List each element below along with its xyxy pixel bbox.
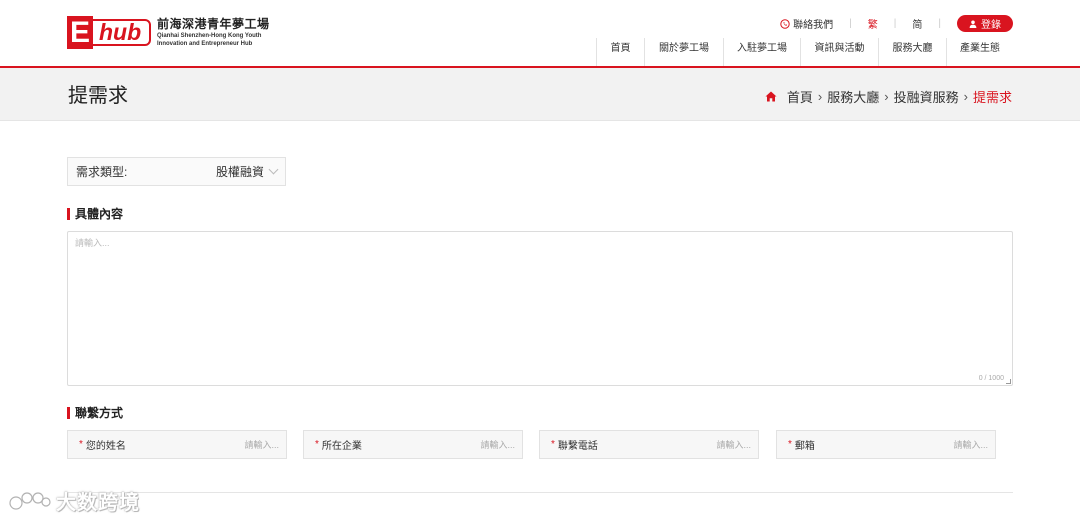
page-title: 提需求 — [68, 83, 128, 107]
home-icon[interactable] — [765, 91, 777, 102]
nav-item-about[interactable]: 關於夢工場 — [644, 38, 723, 66]
phone-input[interactable] — [681, 439, 751, 450]
breadcrumb-home[interactable]: 首頁 — [787, 87, 813, 106]
phone-field-label: 聯繫電話 — [557, 441, 598, 452]
logo-hub-text: hub — [87, 19, 151, 46]
required-mark: * — [788, 439, 792, 450]
phone-field[interactable]: * 聯繫電話 — [539, 430, 759, 459]
required-mark: * — [79, 439, 83, 450]
lang-simplified-button[interactable]: 简 — [912, 16, 922, 31]
company-field-label: 所在企業 — [321, 441, 362, 452]
main-nav: 首頁 關於夢工場 入駐夢工場 資訊與活動 服務大廳 產業生態 — [596, 38, 1013, 66]
company-input[interactable] — [445, 439, 515, 450]
breadcrumb: 首頁 › 服務大廳 › 投融資服務 › 提需求 — [765, 87, 1012, 106]
nav-item-news-events[interactable]: 資訊與活動 — [800, 38, 878, 66]
ehub-logo-mark: hub E — [67, 16, 151, 49]
breadcrumb-current: 提需求 — [972, 90, 1012, 105]
logo-text: 前海深港青年夢工場 Qianhai Shenzhen-Hong Kong You… — [157, 16, 270, 48]
divider: | — [893, 18, 897, 29]
lang-traditional-button[interactable]: 繁 — [868, 16, 878, 31]
logo-name-en-2: Innovation and Entrepreneur Hub — [157, 41, 253, 47]
required-mark: * — [315, 439, 319, 450]
name-field-label: 您的姓名 — [85, 441, 126, 452]
watermark-logo-icon — [9, 492, 51, 510]
email-field-label: 郵箱 — [794, 441, 815, 452]
logo-name-cn: 前海深港青年夢工場 — [157, 17, 270, 31]
top-utility-bar: 聯絡我們 | 繁 | 简 | 登錄 — [780, 15, 1013, 32]
breadcrumb-service-hall[interactable]: 服務大廳 — [827, 87, 879, 106]
name-field[interactable]: * 您的姓名 — [67, 430, 287, 459]
chevron-down-icon — [268, 164, 279, 175]
contact-us-label: 聯絡我們 — [793, 20, 834, 31]
phone-icon — [780, 18, 790, 29]
demand-type-select[interactable]: 需求類型: 股權融資 — [67, 157, 286, 186]
company-field[interactable]: * 所在企業 — [303, 430, 523, 459]
nav-item-home[interactable]: 首頁 — [596, 38, 644, 66]
logo-e-letter: E — [67, 16, 93, 49]
page-title-bar: 提需求 首頁 › 服務大廳 › 投融資服務 › 提需求 — [0, 66, 1080, 121]
name-input[interactable] — [209, 439, 279, 450]
nav-item-service-hall[interactable]: 服務大廳 — [878, 38, 946, 66]
breadcrumb-investment[interactable]: 投融資服務 — [894, 87, 959, 106]
chevron-right-icon: › — [884, 89, 889, 104]
email-field[interactable]: * 郵箱 — [776, 430, 996, 459]
login-button[interactable]: 登錄 — [957, 15, 1013, 32]
contact-section-title: 聯繫方式 — [67, 407, 123, 419]
resize-handle[interactable] — [1006, 379, 1011, 384]
nav-item-industry[interactable]: 產業生態 — [946, 38, 1013, 66]
demand-type-value: 股權融資 — [215, 165, 264, 179]
watermark-text: 大数跨境 — [56, 490, 140, 514]
contact-us-link[interactable]: 聯絡我們 — [780, 16, 833, 31]
site-logo[interactable]: hub E 前海深港青年夢工場 Qianhai Shenzhen-Hong Ko… — [67, 16, 270, 49]
chevron-right-icon: › — [817, 89, 823, 104]
divider: | — [849, 18, 852, 29]
section-divider — [67, 492, 1013, 493]
login-label: 登錄 — [981, 20, 1001, 31]
contact-fields: * 您的姓名 * 所在企業 * 聯繫電話 * 郵箱 — [67, 430, 1013, 459]
site-header: hub E 前海深港青年夢工場 Qianhai Shenzhen-Hong Ko… — [0, 0, 1080, 66]
divider: | — [938, 18, 941, 29]
chevron-right-icon: › — [963, 89, 968, 104]
nav-item-join[interactable]: 入駐夢工場 — [723, 38, 800, 66]
content-section-title: 具體內容 — [67, 208, 123, 220]
watermark: 大数跨境 — [8, 490, 140, 514]
email-input[interactable] — [918, 439, 988, 450]
char-counter: 0 / 1000 — [978, 375, 1004, 382]
content-textarea[interactable] — [68, 232, 1012, 385]
required-mark: * — [551, 439, 555, 450]
content-textarea-box: 0 / 1000 — [67, 231, 1013, 386]
logo-name-en-1: Qianhai Shenzhen-Hong Kong Youth — [157, 33, 262, 39]
user-icon — [969, 20, 977, 28]
demand-type-label: 需求類型: — [76, 165, 128, 179]
